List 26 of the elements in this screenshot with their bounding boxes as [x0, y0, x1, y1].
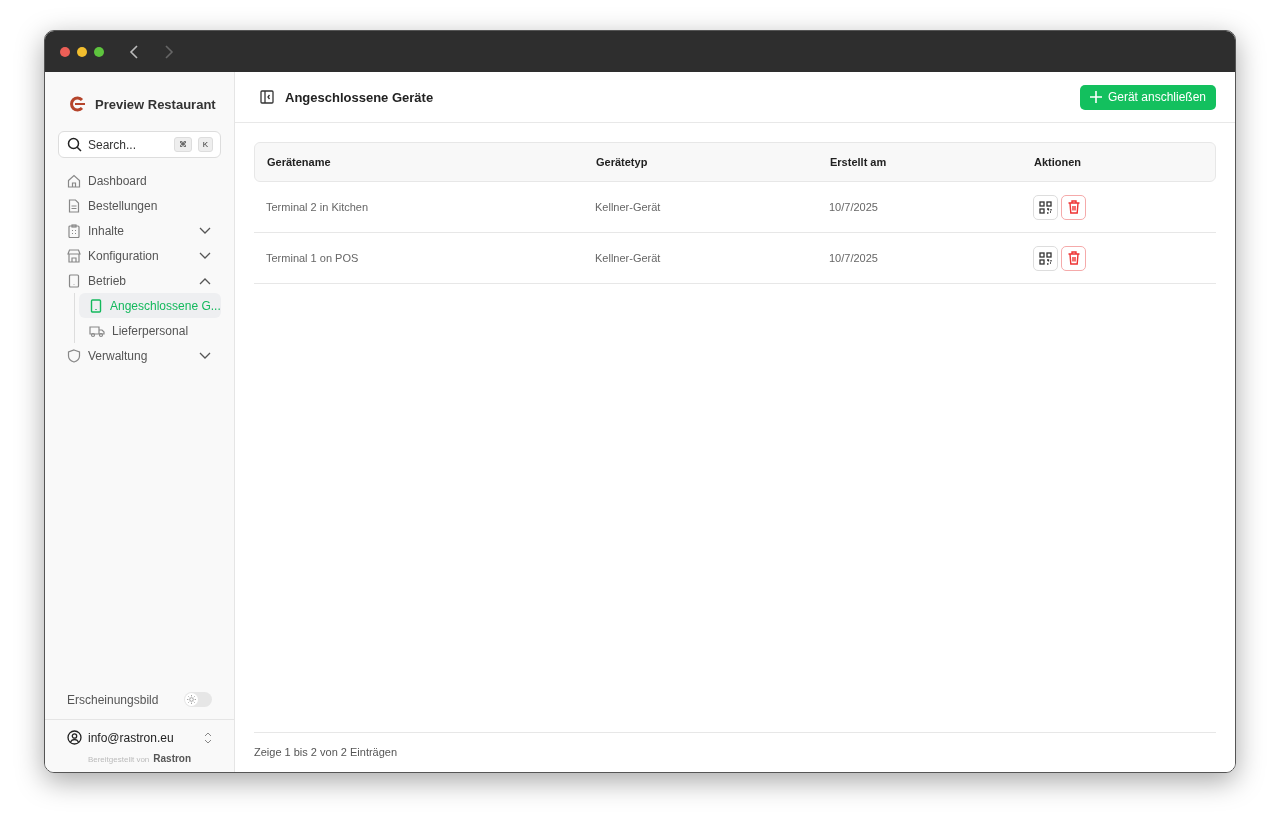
column-header: Gerätetyp — [596, 156, 649, 168]
sidebar-item[interactable]: Verwaltung — [58, 343, 221, 368]
table-cell-text: 10/7/2025 — [829, 201, 879, 213]
table-cell-text: 10/7/2025 — [829, 252, 879, 264]
entries-count: Zeige 1 bis 2 von 2 Einträgen — [254, 732, 1216, 758]
table-cell-text: Terminal 1 on POS — [266, 252, 360, 264]
sidebar-item[interactable]: Betrieb — [58, 268, 221, 293]
table-cell-text: Kellner-Gerät — [595, 252, 662, 264]
shortcut-key: ⌘ — [173, 137, 192, 152]
table-cell-text: Kellner-Gerät — [595, 201, 662, 213]
page-title: Angeschlossene Geräte — [285, 89, 435, 105]
appearance-label: Erscheinungsbild — [67, 692, 159, 707]
sidebar-item[interactable]: Inhalte — [58, 218, 221, 243]
sidebar-item[interactable]: Konfiguration — [58, 243, 221, 268]
column-header: Aktionen — [1034, 156, 1083, 168]
rastron-logo: Rastron — [153, 753, 192, 764]
sidebar-item[interactable]: Dashboard — [58, 168, 221, 193]
shortcut-key: K — [197, 137, 213, 152]
sidebar-subitem[interactable]: Lieferpersonal — [79, 318, 221, 343]
column-header: Erstellt am — [830, 156, 888, 168]
sidebar-item[interactable]: Bestellungen — [58, 193, 221, 218]
account-menu[interactable]: info@rastron.eu — [67, 730, 212, 745]
search-field[interactable]: Search... ⌘ K — [58, 131, 221, 158]
column-header: Gerätename — [267, 156, 332, 168]
table-cell-text: Terminal 2 in Kitchen — [266, 201, 370, 213]
brand-name: Preview Restaurant — [95, 96, 216, 112]
